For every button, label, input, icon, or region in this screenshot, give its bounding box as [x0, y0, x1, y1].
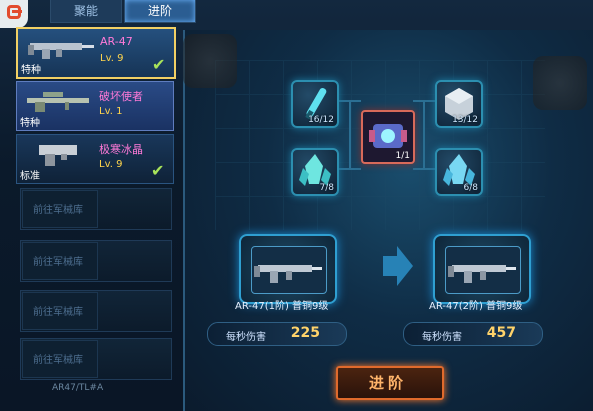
- arrow-right-icon: [383, 246, 413, 286]
- weapon-after-slot: [445, 246, 521, 294]
- tab-energy[interactable]: 聚能: [50, 0, 122, 23]
- go-armory-label: 前往军械库: [33, 205, 83, 216]
- dps-label: 每秒伤害: [422, 332, 462, 343]
- weapon-item-ar47[interactable]: AR-47 Lv. 9 特种 ✔: [16, 27, 176, 79]
- weapon-name: AR-47: [100, 35, 133, 48]
- tab-advance[interactable]: 进阶: [124, 0, 196, 23]
- material-count: 7/8: [319, 183, 334, 193]
- advance-button[interactable]: 进阶: [336, 366, 444, 400]
- corner-badge-icon[interactable]: [0, 0, 28, 28]
- empty-slot[interactable]: 前往军械库: [20, 338, 172, 380]
- weapon-level: Lv. 9: [99, 159, 123, 170]
- material-slot[interactable]: 6/8: [435, 148, 483, 196]
- weapon-before-frame: [239, 234, 337, 304]
- connector-line: [423, 100, 425, 170]
- weapon-after-label: AR-47(2阶) 普铜9级: [429, 301, 523, 312]
- material-count: 1/1: [395, 151, 410, 161]
- weapon-tag: 特种: [21, 65, 41, 76]
- advance-button-label: 进阶: [368, 374, 407, 392]
- rifle-icon: [448, 265, 516, 283]
- material-count: 6/8: [463, 183, 478, 193]
- rifle-icon: [254, 265, 322, 283]
- sniper-rifle-icon: [27, 92, 89, 112]
- weapon-name: 破坏使者: [99, 90, 143, 103]
- weapon-before-label: AR-47(1阶) 普铜9级: [235, 301, 329, 312]
- weapon-list: AR-47 Lv. 9 特种 ✔ 破坏使者 Lv. 1 特种 极寒冰晶 Lv.: [16, 26, 176, 411]
- go-armory-label: 前往军械库: [33, 307, 83, 318]
- material-count: 13/12: [452, 115, 478, 125]
- weapon-tag: 特种: [20, 118, 40, 129]
- dps-value: 457: [486, 325, 516, 341]
- material-slot[interactable]: 16/12: [291, 80, 339, 128]
- material-count: 16/12: [308, 115, 334, 125]
- weapon-tag: 标准: [20, 171, 40, 182]
- dps-after: 每秒伤害 457: [403, 322, 543, 346]
- weapon-name: 极寒冰晶: [99, 143, 143, 156]
- weapon-item-frost-crystal[interactable]: 极寒冰晶 Lv. 9 标准 ✔: [16, 134, 174, 184]
- dps-value: 225: [290, 325, 320, 341]
- weapon-before-slot: [251, 246, 327, 294]
- pistol-icon: [39, 145, 77, 166]
- weapon-level: Lv. 1: [99, 106, 123, 117]
- dps-before: 每秒伤害 225: [207, 322, 347, 346]
- metal-decor: [183, 34, 237, 88]
- game-window: 聚能 进阶 AR-47 Lv. 9 特种 ✔ 破坏使者 Lv. 1 特种 极寒冰…: [0, 0, 593, 411]
- weapon-after-frame: [433, 234, 531, 304]
- empty-slot[interactable]: 前往军械库: [20, 290, 172, 332]
- weapon-item-destroyer[interactable]: 破坏使者 Lv. 1 特种: [16, 81, 174, 131]
- core-material-slot[interactable]: 1/1: [361, 110, 415, 164]
- go-armory-label: 前往军械库: [33, 355, 83, 366]
- empty-slot[interactable]: 前往军械库: [20, 240, 172, 282]
- rifle-icon: [28, 43, 94, 59]
- connector-line: [349, 100, 351, 170]
- metal-decor: [533, 56, 587, 110]
- go-armory-label: 前往军械库: [33, 257, 83, 268]
- dps-label: 每秒伤害: [226, 332, 266, 343]
- advance-panel: 16/12 7/8 13/12 6/8 1/1 AR-47(1阶) 普铜9级 A…: [183, 30, 593, 411]
- material-slot[interactable]: 7/8: [291, 148, 339, 196]
- check-icon: ✔: [151, 161, 165, 180]
- check-icon: ✔: [152, 55, 166, 74]
- bottom-partial-text: AR47/TL#A: [52, 383, 104, 393]
- weapon-level: Lv. 9: [100, 53, 124, 64]
- empty-slot[interactable]: 前往军械库: [20, 188, 172, 230]
- material-slot[interactable]: 13/12: [435, 80, 483, 128]
